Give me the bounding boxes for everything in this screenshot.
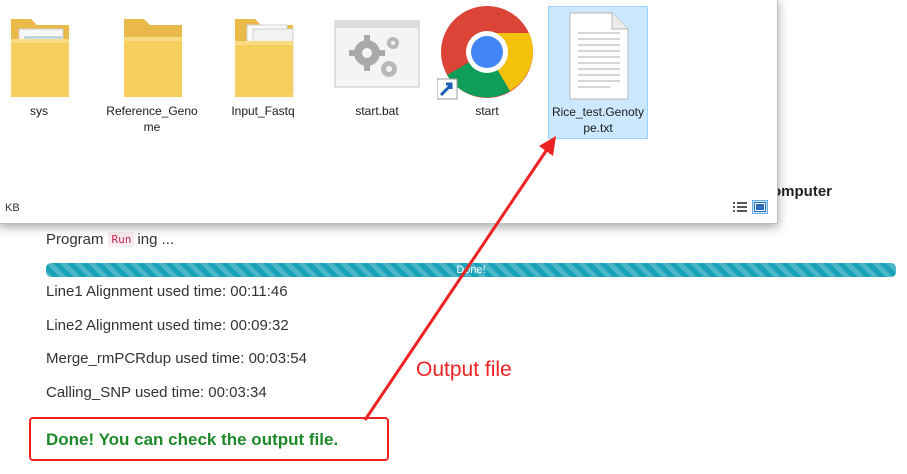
annotation-label: Output file [416, 358, 512, 381]
annotation-arrow [363, 136, 556, 421]
